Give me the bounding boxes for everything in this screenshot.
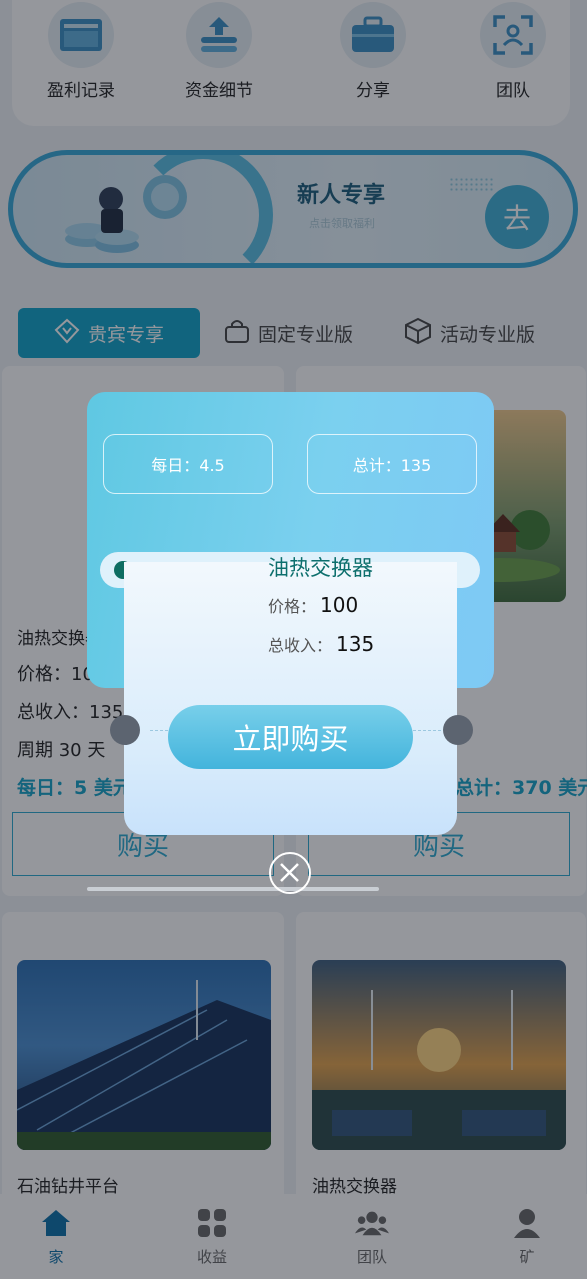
ticket-divider (413, 730, 441, 731)
modal-income-label: 总收入： (268, 636, 333, 655)
daily-stat-box: 每日：4.5 (103, 434, 273, 494)
modal-price-value: 100 (320, 593, 359, 617)
ticket-notch (110, 715, 140, 745)
modal-product-name: 油热交换器 (268, 556, 373, 580)
buy-now-button[interactable]: 立即购买 (168, 705, 413, 769)
modal-income-value: 135 (336, 632, 375, 656)
ticket-divider (150, 730, 168, 731)
ticket-notch (443, 715, 473, 745)
total-stat-box: 总计：135 (307, 434, 477, 494)
close-icon[interactable] (269, 852, 311, 894)
modal-price-label: 价格： (268, 597, 317, 616)
scrollbar[interactable] (87, 887, 379, 891)
modal-income-row: 总收入： 135 (268, 632, 374, 656)
modal-price-row: 价格： 100 (268, 593, 358, 617)
